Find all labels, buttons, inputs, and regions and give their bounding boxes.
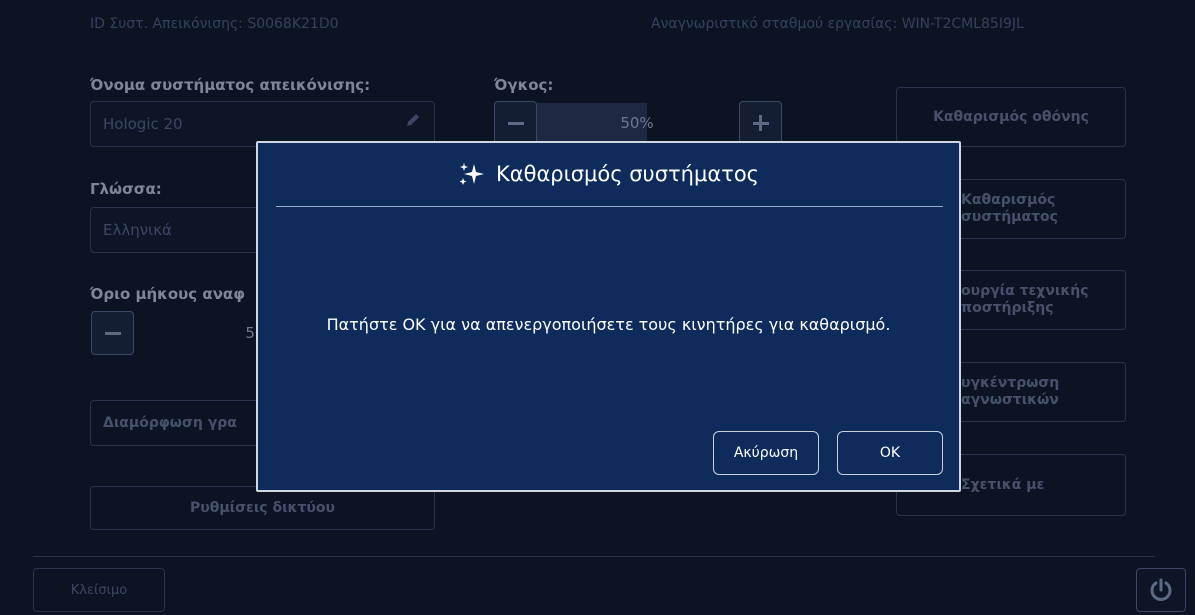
clean-system-line1: Καθαρισμός <box>961 192 1056 208</box>
length-limit-label: Όριο μήκους αναφ <box>90 285 245 303</box>
volume-increase-button[interactable] <box>739 101 782 145</box>
minus-icon <box>104 331 121 335</box>
dialog-title-text: Καθαρισμός συστήματος <box>495 162 759 186</box>
close-button[interactable]: Κλείσιμο <box>33 568 165 612</box>
footer-divider <box>33 556 1155 557</box>
diagnostics-line1: υγκέντρωση <box>961 375 1060 391</box>
clean-screen-button[interactable]: Καθαρισμός οθόνης <box>896 87 1126 147</box>
language-label: Γλώσσα: <box>90 180 162 198</box>
minus-icon <box>507 121 524 125</box>
dialog-title-divider <box>276 206 943 207</box>
system-name-label: Όνομα συστήματος απεικόνισης: <box>90 76 371 94</box>
power-icon <box>1150 578 1172 601</box>
tech-mode-line2: ποστήριξης <box>961 300 1054 316</box>
volume-label: Όγκος: <box>494 76 554 94</box>
volume-decrease-button[interactable] <box>494 101 537 145</box>
network-settings-button[interactable]: Ρυθμίσεις δικτύου <box>90 486 435 530</box>
diagnostics-line2: αγνωστικών <box>961 392 1059 408</box>
clean-system-dialog: Καθαρισμός συστήματος Πατήστε OK για να … <box>256 141 961 492</box>
length-limit-decrease-button[interactable] <box>91 311 134 355</box>
pencil-icon[interactable] <box>404 111 422 129</box>
volume-value: 50% <box>620 114 654 132</box>
clean-system-line2: συστήματος <box>961 209 1058 225</box>
language-value: Ελληνικά <box>103 221 172 239</box>
system-id-text: ID Συστ. Απεικόνισης: S0068K21D0 <box>90 16 339 32</box>
dialog-title: Καθαρισμός συστήματος <box>258 161 959 187</box>
workstation-id-text: Αναγνωριστικό σταθμού εργασίας: WIN-T2CM… <box>651 16 1024 32</box>
plus-icon <box>752 115 769 131</box>
dialog-message: Πατήστε OK για να απενεργοποιήσετε τους … <box>326 315 891 334</box>
power-button[interactable] <box>1136 568 1186 612</box>
sparkle-icon <box>459 163 484 185</box>
tech-mode-line1: ουργία τεχνικής <box>961 283 1089 299</box>
system-name-value: Hologic 20 <box>103 115 183 133</box>
ok-button[interactable]: OK <box>837 431 943 475</box>
cancel-button[interactable]: Ακύρωση <box>713 431 819 475</box>
